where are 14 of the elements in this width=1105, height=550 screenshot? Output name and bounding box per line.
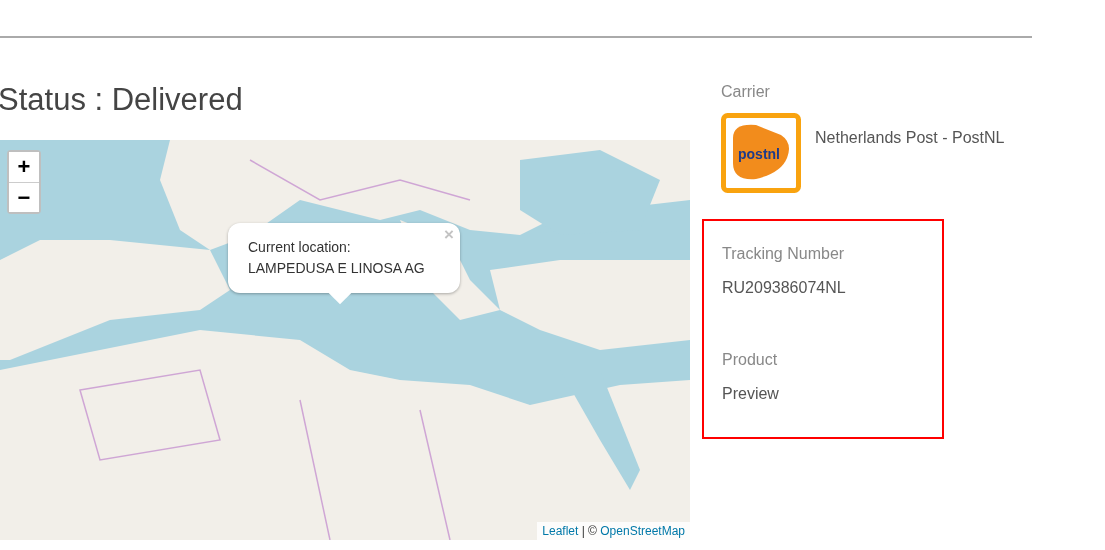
carrier-logo: postnl: [721, 113, 801, 193]
detail-label: Product: [722, 351, 779, 369]
popup-text: LAMPEDUSA E LINOSA AG: [248, 259, 426, 278]
detail-label: Tracking Number: [722, 245, 846, 263]
openstreetmap-link[interactable]: OpenStreetMap: [600, 524, 685, 538]
carrier-name: Netherlands Post - PostNL: [815, 129, 1005, 148]
detail-value: Preview: [722, 385, 780, 403]
attribution-text: | ©: [580, 524, 598, 538]
detail-value: RU209386074NL: [722, 279, 847, 297]
zoom-out-button[interactable]: −: [9, 182, 39, 212]
carrier-label: Carrier: [721, 83, 771, 101]
status-title: Status : Delivered: [0, 82, 244, 119]
leaflet-link[interactable]: Leaflet: [542, 524, 579, 538]
popup-text: Current location:: [248, 238, 352, 257]
